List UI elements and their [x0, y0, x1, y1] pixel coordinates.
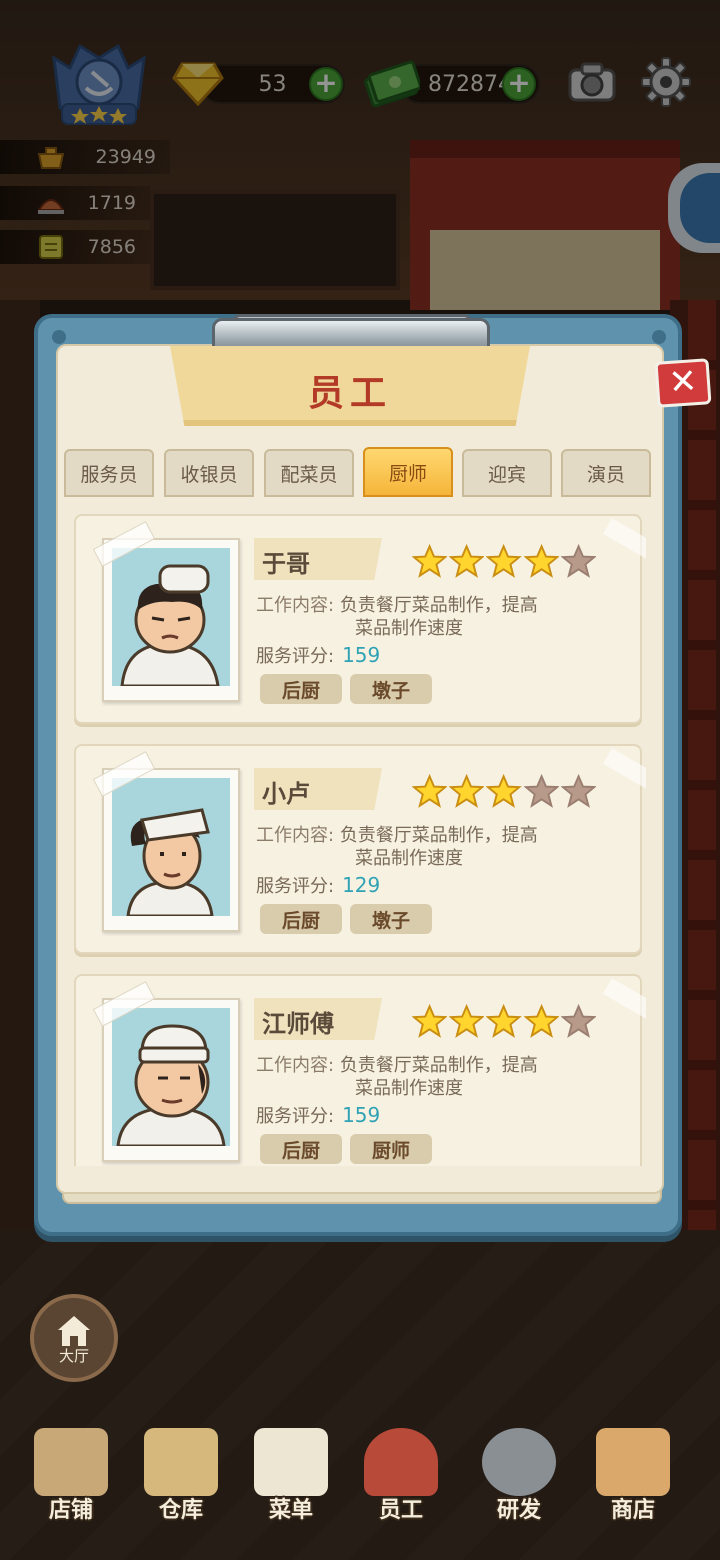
star-filled-icon: [486, 544, 522, 578]
service-rating: 服务评分: 159: [256, 642, 380, 668]
desc-text: 负责餐厅菜品制作，提高: [339, 825, 538, 846]
star-filled-icon: [412, 774, 448, 808]
desc-text: 负责餐厅菜品制作，提高: [339, 1055, 538, 1076]
staff-card[interactable]: 江师傅 工作内容: 负责餐厅菜品制作，提高 菜品制作速度 服务评分: 159 后厨…: [74, 974, 646, 1166]
star-rating: [412, 1004, 597, 1040]
avatar: [112, 1008, 230, 1146]
rating-label: 服务评分:: [256, 876, 335, 897]
service-rating: 服务评分: 159: [256, 1102, 380, 1128]
chef-avatar-icon: [116, 1024, 226, 1146]
rating-label: 服务评分:: [256, 646, 335, 667]
chef-avatar-icon: [120, 564, 220, 686]
job-description: 工作内容: 负责餐厅菜品制作，提高 菜品制作速度: [256, 594, 636, 640]
hall-button[interactable]: [30, 1294, 118, 1382]
tape: [602, 748, 646, 790]
star-empty-icon: [560, 544, 597, 578]
job-description: 工作内容: 负责餐厅菜品制作，提高 菜品制作速度: [256, 824, 636, 870]
rating-value: 159: [342, 643, 381, 667]
desc-label: 工作内容:: [256, 825, 335, 846]
desc-text: 菜品制作速度: [355, 618, 463, 639]
tape: [602, 518, 646, 560]
nav-store[interactable]: 商店: [578, 1420, 688, 1560]
nav-label: 店铺: [48, 1498, 93, 1523]
bottom-nav: 店铺 仓库 菜单 员工 研发 商店: [0, 1420, 720, 1560]
staff-name: 江师傅: [262, 1010, 334, 1038]
tab-prep-cook[interactable]: 配菜员: [264, 449, 354, 497]
staff-portrait: [102, 998, 240, 1162]
nav-label: 研发: [496, 1498, 541, 1523]
staff-portrait: [102, 538, 240, 702]
tag-badge: 厨师: [350, 1134, 432, 1164]
modal-title: 员工: [307, 373, 392, 414]
tag-badge: 后厨: [260, 674, 342, 704]
rating-value: 129: [342, 873, 381, 897]
star-filled-icon: [523, 544, 559, 578]
store-stall-icon: [596, 1428, 670, 1496]
nav-label: 仓库: [158, 1498, 203, 1523]
star-filled-icon: [449, 774, 485, 808]
staff-tabs: 服务员 收银员 配菜员 厨师 迎宾 演员: [64, 447, 654, 497]
desc-text: 菜品制作速度: [355, 1078, 463, 1099]
nav-warehouse[interactable]: 仓库: [126, 1420, 236, 1560]
tag-badge: 墩子: [350, 904, 432, 934]
crates-icon: [144, 1428, 218, 1496]
rivet: [52, 330, 66, 344]
star-rating: [412, 544, 597, 580]
avatar: [112, 548, 230, 686]
nav-label: 菜单: [268, 1498, 313, 1523]
clipboard-icon: [254, 1428, 328, 1496]
tab-waiter[interactable]: 服务员: [64, 449, 154, 497]
rating-value: 159: [342, 1103, 381, 1127]
wok-icon: [482, 1428, 556, 1496]
rating-label: 服务评分:: [256, 1106, 335, 1127]
close-button[interactable]: ✕: [654, 358, 712, 408]
service-rating: 服务评分: 129: [256, 872, 380, 898]
chef-avatar-icon: [126, 808, 214, 916]
star-empty-icon: [560, 1004, 597, 1038]
staff-list[interactable]: 于哥 工作内容: 负责餐厅菜品制作，提高 菜品制作速度 服务评分: 159 后厨 …: [74, 512, 646, 1166]
desc-text: 负责餐厅菜品制作，提高: [339, 595, 538, 616]
star-filled-icon: [412, 544, 448, 578]
nav-staff[interactable]: 员工: [346, 1420, 456, 1560]
nav-label: 商店: [610, 1498, 655, 1523]
tag-badge: 墩子: [350, 674, 432, 704]
staff-card[interactable]: 小卢 工作内容: 负责餐厅菜品制作，提高 菜品制作速度 服务评分: 129 后厨 …: [74, 744, 646, 954]
star-filled-icon: [412, 1004, 448, 1038]
staff-person-icon: [364, 1428, 438, 1496]
desc-text: 菜品制作速度: [355, 848, 463, 869]
tab-chef[interactable]: 厨师: [363, 447, 453, 497]
tab-greeter[interactable]: 迎宾: [462, 449, 552, 497]
star-empty-icon: [560, 774, 597, 808]
nav-menu[interactable]: 菜单: [236, 1420, 346, 1560]
star-filled-icon: [449, 544, 485, 578]
staff-name: 小卢: [262, 780, 310, 808]
star-filled-icon: [449, 1004, 485, 1038]
nav-shop-front[interactable]: 店铺: [16, 1420, 126, 1560]
nav-research[interactable]: 研发: [464, 1420, 574, 1560]
nav-label: 员工: [378, 1498, 423, 1523]
staff-portrait: [102, 768, 240, 932]
staff-name: 于哥: [262, 550, 310, 578]
star-filled-icon: [486, 774, 522, 808]
desc-label: 工作内容:: [256, 595, 335, 616]
rivet: [652, 330, 666, 344]
tab-cashier[interactable]: 收银员: [164, 449, 254, 497]
avatar: [112, 778, 230, 916]
star-filled-icon: [486, 1004, 522, 1038]
star-empty-icon: [523, 774, 559, 808]
tape: [602, 978, 646, 1020]
hall-label: 大厅: [58, 1347, 89, 1365]
tab-performer[interactable]: 演员: [561, 449, 651, 497]
star-rating: [412, 774, 597, 810]
desc-label: 工作内容:: [256, 1055, 335, 1076]
staff-card[interactable]: 于哥 工作内容: 负责餐厅菜品制作，提高 菜品制作速度 服务评分: 159 后厨 …: [74, 514, 646, 724]
star-filled-icon: [523, 1004, 559, 1038]
job-description: 工作内容: 负责餐厅菜品制作，提高 菜品制作速度: [256, 1054, 636, 1100]
storefront-icon: [34, 1428, 108, 1496]
tag-badge: 后厨: [260, 904, 342, 934]
tag-badge: 后厨: [260, 1134, 342, 1164]
